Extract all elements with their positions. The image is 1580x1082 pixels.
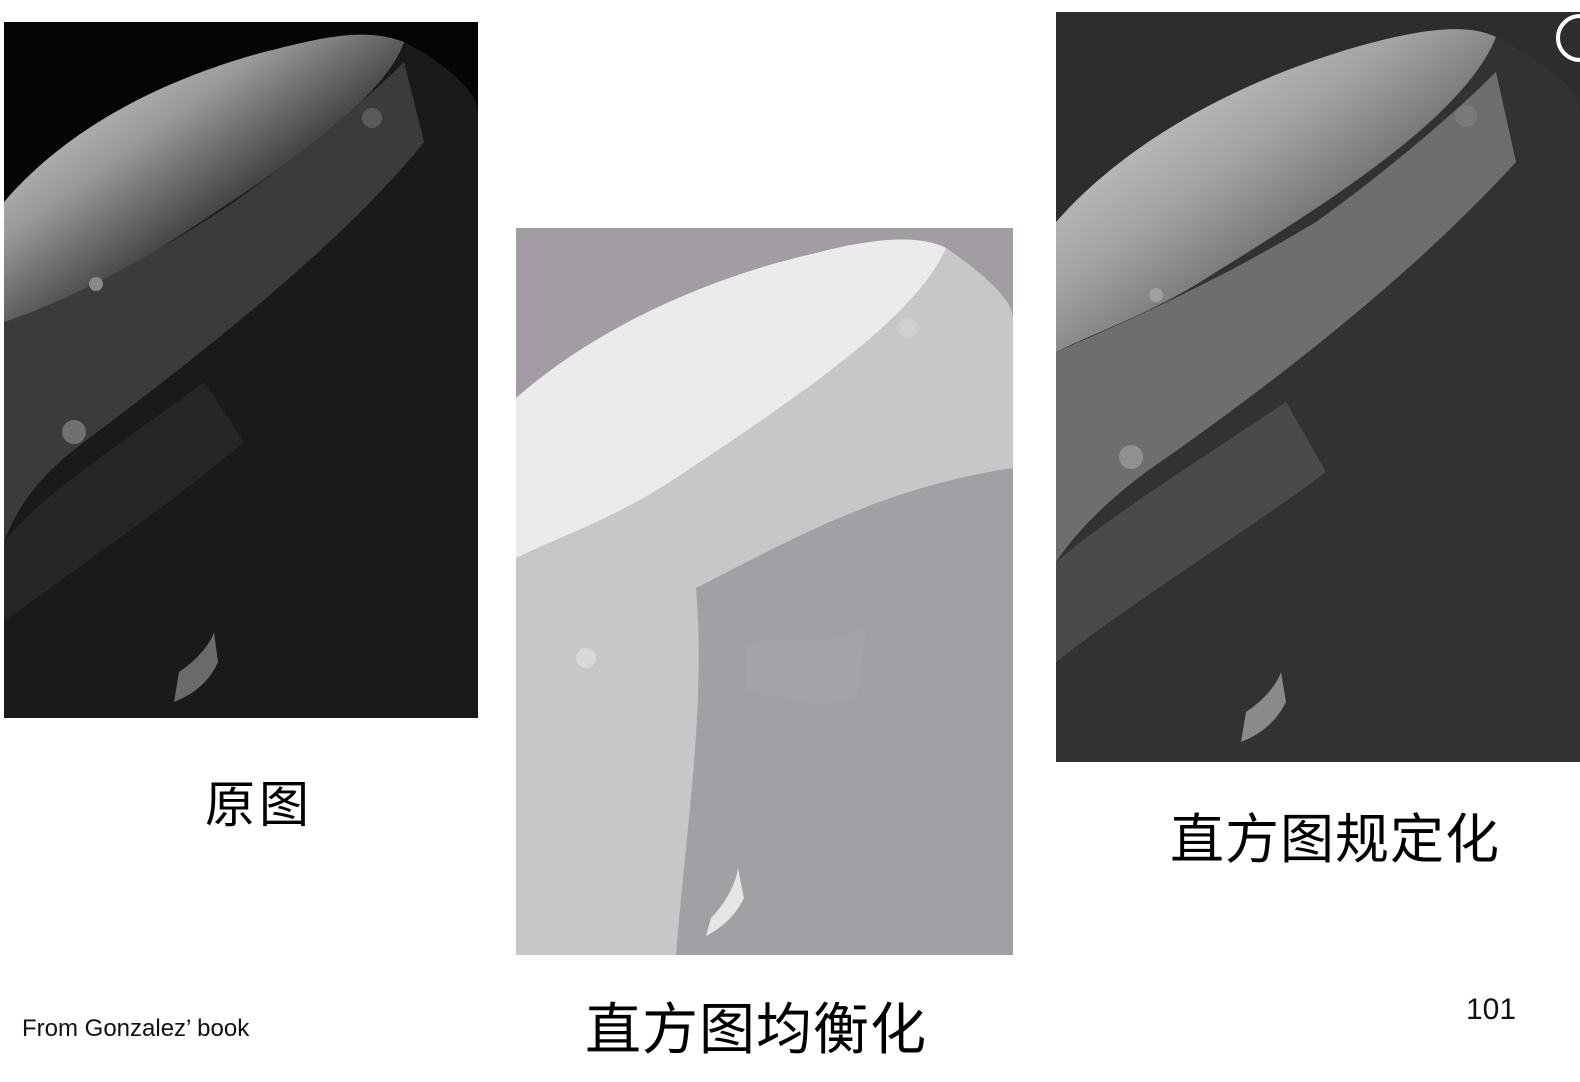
equalized-image — [516, 228, 1013, 955]
moon-image-equalized — [516, 239, 1013, 955]
moon-image-specified — [1056, 29, 1580, 762]
caption-equalized: 直方图均衡化 — [585, 998, 927, 1063]
moon-image-original — [4, 34, 478, 718]
caption-specified: 直方图规定化 — [1170, 808, 1500, 871]
specified-image — [1056, 12, 1580, 762]
caption-original: 原图 — [205, 776, 313, 834]
page-number: 101 — [1466, 993, 1517, 1026]
source-credit: From Gonzalez’ book — [22, 1015, 250, 1042]
original-image — [4, 22, 478, 718]
